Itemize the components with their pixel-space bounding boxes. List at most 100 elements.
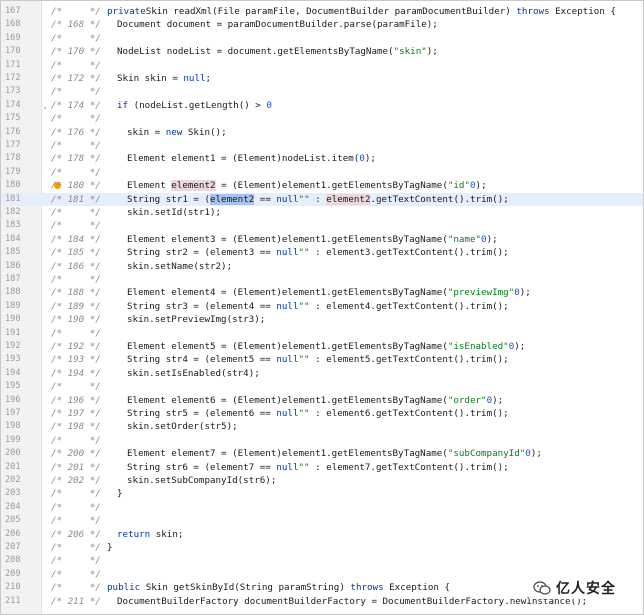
- code-line[interactable]: 194 /* 194 */ skin.setIsEnabled(str4);: [1, 367, 643, 380]
- code-token: String str4 = (element5 ==: [127, 354, 277, 366]
- line-comment: /* 172 */: [51, 73, 101, 84]
- line-comment: /* */: [51, 381, 101, 393]
- code-line[interactable]: 192 /* 192 */ Element element5 = (Element)…: [1, 340, 643, 353]
- code-line[interactable]: 203 /* */}: [1, 487, 643, 500]
- code-text: Element element4 = (Element)element1.get…: [127, 286, 531, 299]
- code-editor[interactable]: 167 /* */ privateSkin readXml(File paramFi…: [0, 0, 644, 615]
- code-line[interactable]: 180 /* 180 */ Element element2 = (Element)…: [1, 179, 643, 192]
- code-line[interactable]: 196 /* 196 */ Element element6 = (Element)…: [1, 394, 643, 407]
- code-line[interactable]: 183 /* */: [1, 219, 643, 232]
- line-comment: /* */: [51, 207, 101, 218]
- code-token: public: [107, 582, 141, 594]
- line-comment: /* */: [51, 32, 101, 44]
- code-line[interactable]: 187 /* */: [1, 273, 643, 286]
- code-token: Element: [127, 180, 172, 192]
- code-line[interactable]: 178 /* 178 */ Element element1 = (Element)…: [1, 152, 643, 165]
- code-token: skin.setIsEnabled(str4);: [127, 367, 260, 379]
- line-comment: /* 206 */: [51, 528, 101, 540]
- code-token: Element element5 = (Element)element1.get…: [127, 341, 448, 352]
- line-comment: /* 200 */: [51, 448, 101, 460]
- code-token: String str1 = (: [127, 193, 210, 205]
- code-line[interactable]: 198 /* 198 */ skin.setOrder(str5);: [1, 420, 643, 433]
- code-line[interactable]: 169 /* */: [1, 32, 643, 45]
- line-comment: /* */: [51, 568, 101, 580]
- line-comment: /* */: [51, 501, 101, 513]
- code-line[interactable]: 191 /* */: [1, 327, 643, 340]
- code-line[interactable]: 208 /* */: [1, 554, 643, 567]
- line-number: 191: [5, 327, 21, 338]
- line-number: 176: [5, 126, 21, 137]
- code-line[interactable]: 182 /* */ skin.setId(str1);: [1, 206, 643, 219]
- code-line[interactable]: 190 /* 190 */ skin.setPreviewImg(str3);: [1, 313, 643, 326]
- code-token: String str5 = (element6 ==: [127, 408, 277, 419]
- code-line[interactable]: 199 /* */: [1, 434, 643, 447]
- line-number: 195: [5, 381, 21, 392]
- code-line[interactable]: 204 /* */: [1, 501, 643, 514]
- code-token: : element5.getTextContent().trim();: [309, 354, 509, 366]
- code-token: null: [276, 193, 299, 205]
- code-line[interactable]: 201 /* 201 */ String str6 = (element7 == n…: [1, 461, 643, 474]
- code-token: );: [475, 180, 487, 192]
- code-line[interactable]: 181 /* 181 */ String str1 = (element2 == n…: [1, 192, 643, 206]
- code-line[interactable]: 173 /* */: [1, 85, 643, 98]
- line-comment: /* 196 */: [51, 394, 101, 406]
- line-comment: /* */: [51, 220, 101, 232]
- code-line[interactable]: 189 /* 189 */ String str3 = (element4 == n…: [1, 300, 643, 313]
- line-number: 198: [5, 421, 21, 432]
- code-text: Skin skin = null;: [117, 72, 211, 85]
- code-line[interactable]: 207 /* */}: [1, 541, 643, 554]
- code-token: Exception {: [549, 6, 616, 17]
- code-token: "": [298, 193, 310, 205]
- code-text: String str1 = (element2 == null"" : elem…: [127, 193, 509, 206]
- line-number: 211: [5, 595, 21, 606]
- code-token: "id": [447, 180, 470, 192]
- code-text: skin.setName(str2);: [127, 260, 232, 273]
- code-token: "": [298, 300, 310, 312]
- code-line[interactable]: 206 /* 206 */ return skin;: [1, 528, 643, 541]
- code-token: if: [117, 99, 129, 111]
- code-text: NodeList nodeList = document.getElements…: [117, 45, 438, 58]
- code-line[interactable]: 167 /* */ privateSkin readXml(File paramFi…: [1, 5, 643, 18]
- line-comment: /* 181 */: [51, 193, 101, 205]
- code-token: :: [309, 193, 327, 205]
- code-text: privateSkin readXml(File paramFile, Docu…: [107, 5, 616, 18]
- line-number: 188: [5, 287, 21, 298]
- code-line[interactable]: 172 /* 172 */ Skin skin = null;: [1, 72, 643, 85]
- code-token: skin =: [127, 126, 166, 138]
- code-line[interactable]: 175 /* */: [1, 112, 643, 125]
- code-line[interactable]: 205 /* */: [1, 514, 643, 527]
- code-line[interactable]: 195 /* */: [1, 380, 643, 393]
- code-line[interactable]: 177 /* */: [1, 139, 643, 152]
- code-token: null: [183, 73, 206, 84]
- line-comment: /* 184 */: [51, 233, 101, 245]
- code-line[interactable]: 185 /* 185 */ String str2 = (element3 == n…: [1, 246, 643, 259]
- code-token: "subCompanyId": [447, 448, 526, 460]
- code-line[interactable]: 176 /* 176 */ skin = new Skin();: [1, 126, 643, 139]
- line-number: 179: [5, 166, 21, 177]
- code-line[interactable]: 171 /* */: [1, 59, 643, 72]
- code-line[interactable]: 202 /* 202 */ skin.setSubCompanyId(str6);: [1, 474, 643, 487]
- code-line[interactable]: 188 /* 188 */ Element element4 = (Element)…: [1, 286, 643, 299]
- code-line[interactable]: 170 /* 170 */ NodeList nodeList = document…: [1, 45, 643, 58]
- code-line[interactable]: 200 /* 200 */ Element element7 = (Element)…: [1, 447, 643, 460]
- line-number: 168: [5, 19, 21, 30]
- line-comment: /* */: [51, 59, 101, 71]
- line-number: 196: [5, 394, 21, 405]
- code-line[interactable]: 197 /* 197 */ String str5 = (element6 == n…: [1, 407, 643, 420]
- code-token: "isEnabled": [447, 341, 509, 352]
- line-comment: /* 198 */: [51, 421, 101, 433]
- code-line[interactable]: 186 /* 186 */ skin.setName(str2);: [1, 260, 643, 273]
- code-token: DocumentBuilderFactory documentBuilderFa…: [117, 595, 588, 607]
- code-text: }: [117, 487, 123, 500]
- code-token: skin.setId(str1);: [127, 207, 222, 218]
- line-number: 172: [5, 73, 21, 83]
- line-number: 181: [5, 193, 21, 204]
- code-line[interactable]: 168 /* 168 */ Document document = paramDoc…: [1, 18, 643, 31]
- code-line[interactable]: 174 ▿/* 174 */if (nodeList.getLength() > …: [1, 99, 643, 112]
- line-comment: /* 194 */: [51, 367, 101, 379]
- code-line[interactable]: 193 /* 193 */ String str4 = (element5 == n…: [1, 353, 643, 366]
- line-number: 208: [5, 555, 21, 566]
- code-token: Element element3 = (Element)element1.get…: [127, 233, 448, 245]
- code-line[interactable]: 184 /* 184 */ Element element3 = (Element)…: [1, 233, 643, 246]
- code-line[interactable]: 179 /* */: [1, 166, 643, 179]
